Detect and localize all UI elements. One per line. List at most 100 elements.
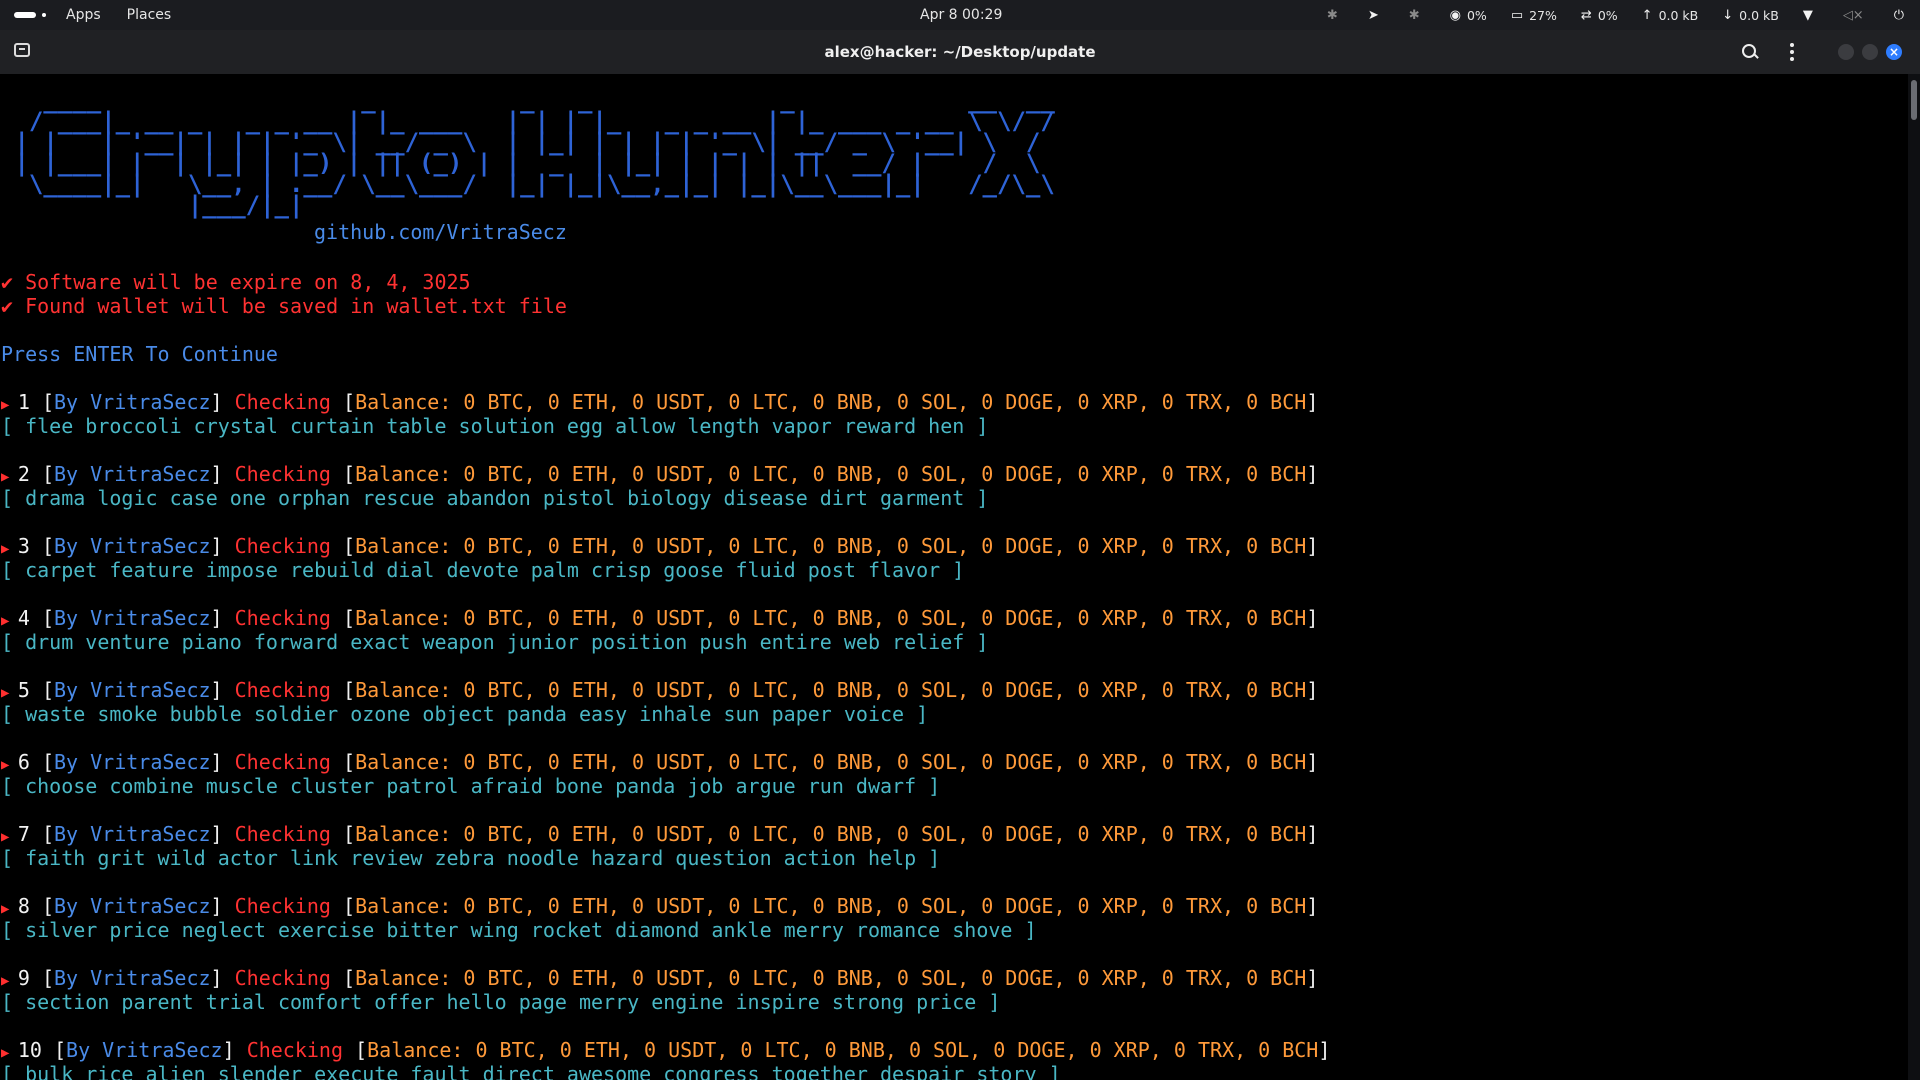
terminal-titlebar: alex@hacker: ~/Desktop/update × [0,30,1920,74]
arrow-icon: ▶ [1,901,18,917]
checking-label: Checking [234,678,331,702]
new-tab-icon[interactable] [14,43,30,57]
places-menu[interactable]: Places [127,7,172,23]
balance-text: Balance: 0 BTC, 0 ETH, 0 USDT, 0 LTC, 0 … [355,606,1307,630]
bluetooth-icon[interactable]: ✱ [1327,8,1344,23]
memory-value: 27% [1529,7,1557,23]
balance-text: Balance: 0 BTC, 0 ETH, 0 USDT, 0 LTC, 0 … [355,390,1307,414]
entry-number: 8 [17,894,30,918]
arrow-icon: ▶ [1,541,18,557]
net-down-indicator[interactable]: ↓ 0.0 kB [1722,8,1779,23]
author-tag: By VritraSecz [54,822,211,846]
arrow-icon: ▶ [1,1045,18,1061]
close-button[interactable]: × [1886,44,1902,60]
expiry-notice: ✔ Software will be expire on 8, 4, 3025 [1,270,471,294]
telegram-icon[interactable]: ➤ [1368,8,1385,23]
arrow-icon: ▶ [1,829,18,845]
seed-phrase: [ waste smoke bubble soldier ozone objec… [1,702,929,726]
scan-status-line: ▶ 5 [By VritraSecz] Checking [Balance: 0… [1,678,1319,702]
bluetooth-secondary-icon[interactable]: ✱ [1409,8,1426,23]
cpu-value: 0% [1466,7,1487,23]
wallet-notice: ✔ Found wallet will be saved in wallet.t… [1,294,567,318]
system-menu-icon[interactable] [0,0,66,30]
checking-label: Checking [234,966,331,990]
entry-number: 1 [17,390,30,414]
net-down-value: 0.0 kB [1739,7,1779,23]
terminal-output[interactable]: ____ _ _ _ _ __ __ / ___|_ __ _ _ _ __ |… [0,74,1908,1080]
scan-status-line: ▶ 9 [By VritraSecz] Checking [Balance: 0… [1,966,1319,990]
power-icon[interactable]: ⏻ [1894,8,1910,23]
entry-number: 10 [17,1038,42,1062]
entry-number: 3 [17,534,30,558]
author-tag: By VritraSecz [54,750,211,774]
cpu-indicator[interactable]: ◉ 0% [1450,8,1487,23]
checking-label: Checking [234,462,331,486]
entry-number: 2 [17,462,30,486]
checking-label: Checking [246,1038,344,1062]
upload-arrow-icon: ↑ [1641,7,1653,23]
seed-phrase: [ flee broccoli crystal curtain table so… [1,414,989,438]
entry-number: 6 [17,750,30,774]
balance-text: Balance: 0 BTC, 0 ETH, 0 USDT, 0 LTC, 0 … [355,894,1307,918]
entry-number: 7 [17,822,30,846]
author-tag: By VritraSecz [66,1038,223,1062]
author-tag: By VritraSecz [54,678,211,702]
checking-label: Checking [234,822,331,846]
apps-menu[interactable]: Apps [66,7,101,23]
scan-status-line: ▶ 6 [By VritraSecz] Checking [Balance: 0… [1,750,1319,774]
status-tray: ✱ ➤ ✱ ◉ 0% ▭ 27% ⇄ 0% ↑ 0.0 kB ↓ 0.0 kB … [1303,0,1910,30]
scrollbar-thumb[interactable] [1911,80,1917,120]
scan-status-line: ▶ 7 [By VritraSecz] Checking [Balance: 0… [1,822,1319,846]
arrow-icon: ▶ [1,469,18,485]
search-icon[interactable] [1738,40,1762,64]
author-tag: By VritraSecz [54,390,211,414]
download-arrow-icon: ↓ [1722,7,1734,23]
checking-label: Checking [234,534,331,558]
net-up-value: 0.0 kB [1658,7,1699,23]
balance-text: Balance: 0 BTC, 0 ETH, 0 USDT, 0 LTC, 0 … [355,750,1307,774]
checking-label: Checking [234,894,331,918]
seed-phrase: [ bulk rice alien slender execute fault … [1,1062,1061,1080]
arrow-icon: ▶ [1,757,18,773]
balance-text: Balance: 0 BTC, 0 ETH, 0 USDT, 0 LTC, 0 … [367,1038,1319,1062]
checking-label: Checking [234,606,331,630]
clock[interactable]: Apr 8 00:29 [920,7,1002,23]
github-link: github.com/VritraSecz [314,220,567,244]
author-tag: By VritraSecz [54,606,211,630]
swap-indicator[interactable]: ⇄ 0% [1581,8,1618,23]
scan-status-line: ▶ 4 [By VritraSecz] Checking [Balance: 0… [1,606,1319,630]
kebab-menu-icon[interactable] [1784,40,1800,64]
scan-status-line: ▶ 2 [By VritraSecz] Checking [Balance: 0… [1,462,1319,486]
volume-muted-icon[interactable]: ◁× [1843,8,1870,23]
scan-status-line: ▶ 1 [By VritraSecz] Checking [Balance: 0… [1,390,1319,414]
arrow-icon: ▶ [1,685,18,701]
author-tag: By VritraSecz [54,966,211,990]
seed-phrase: [ section parent trial comfort offer hel… [1,990,1001,1014]
cpu-icon: ◉ [1449,7,1461,23]
balance-text: Balance: 0 BTC, 0 ETH, 0 USDT, 0 LTC, 0 … [355,534,1307,558]
minimize-button[interactable] [1838,44,1854,60]
author-tag: By VritraSecz [54,894,211,918]
arrow-icon: ▶ [1,613,18,629]
wifi-icon[interactable]: ▼ [1803,8,1819,23]
continue-prompt: Press ENTER To Continue [1,342,278,366]
scan-status-line: ▶ 3 [By VritraSecz] Checking [Balance: 0… [1,534,1319,558]
seed-phrase: [ drum venture piano forward exact weapo… [1,630,989,654]
window-title: alex@hacker: ~/Desktop/update [824,43,1096,61]
balance-text: Balance: 0 BTC, 0 ETH, 0 USDT, 0 LTC, 0 … [355,822,1307,846]
swap-icon: ⇄ [1580,7,1592,23]
terminal-scrollbar[interactable] [1908,74,1920,1080]
memory-indicator[interactable]: ▭ 27% [1511,8,1557,23]
scan-status-line: ▶ 8 [By VritraSecz] Checking [Balance: 0… [1,894,1319,918]
arrow-icon: ▶ [1,397,18,413]
checking-label: Checking [234,390,331,414]
seed-phrase: [ silver price neglect exercise bitter w… [1,918,1037,942]
ascii-banner: ____ _ _ _ _ __ __ / ___|_ __ _ _ _ __ |… [14,86,1055,219]
entry-number: 5 [17,678,30,702]
checking-label: Checking [234,750,331,774]
author-tag: By VritraSecz [54,462,211,486]
balance-text: Balance: 0 BTC, 0 ETH, 0 USDT, 0 LTC, 0 … [355,678,1307,702]
maximize-button[interactable] [1862,44,1878,60]
balance-text: Balance: 0 BTC, 0 ETH, 0 USDT, 0 LTC, 0 … [355,966,1307,990]
net-up-indicator[interactable]: ↑ 0.0 kB [1642,8,1699,23]
